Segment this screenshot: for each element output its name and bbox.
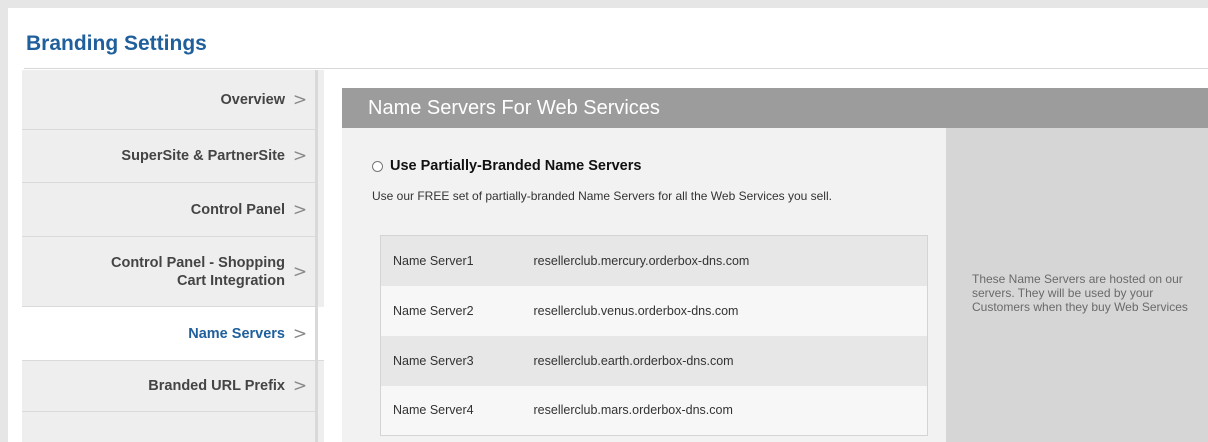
- name-servers-panel: Name Servers For Web Services Use Partia…: [342, 88, 1208, 442]
- chevron-right-icon: >: [292, 323, 308, 344]
- sidebar-item-label: Overview: [220, 91, 286, 108]
- option-description: Use our FREE set of partially-branded Na…: [372, 189, 832, 203]
- chevron-right-icon: >: [292, 199, 308, 220]
- sidebar-item-label-line2: Cart Integration: [177, 272, 285, 289]
- info-aside: These Name Servers are hosted on our ser…: [946, 128, 1208, 442]
- name-server-label: Name Server1: [380, 235, 534, 286]
- table-row: Name Server3 resellerclub.earth.orderbox…: [380, 335, 928, 386]
- table-row: Name Server1 resellerclub.mercury.orderb…: [380, 235, 928, 286]
- panel-body: Use Partially-Branded Name Servers Use o…: [342, 128, 946, 442]
- chevron-right-icon: >: [292, 146, 308, 166]
- chevron-right-icon: >: [292, 376, 308, 396]
- partially-branded-option[interactable]: Use Partially-Branded Name Servers: [372, 158, 641, 174]
- sidebar-item-label: Control Panel: [190, 201, 285, 218]
- chevron-right-icon: >: [292, 261, 308, 282]
- page-frame: Branding Settings Overview > SuperSite &…: [8, 8, 1208, 442]
- sidebar-item-overview[interactable]: Overview >: [22, 70, 315, 130]
- name-server-table: Name Server1 resellerclub.mercury.orderb…: [380, 235, 928, 436]
- sidebar-item-label-line1: Control Panel - Shopping: [111, 254, 285, 271]
- radio-button[interactable]: [372, 160, 383, 172]
- page-title: Branding Settings: [26, 32, 207, 55]
- name-server-label: Name Server4: [380, 385, 534, 436]
- sidebar-item-supersite[interactable]: SuperSite & PartnerSite >: [22, 130, 315, 183]
- name-server-host: resellerclub.mars.orderbox-dns.com: [533, 385, 928, 436]
- title-divider: [24, 68, 1208, 69]
- name-server-label: Name Server2: [380, 285, 534, 336]
- sidebar-item-control-panel[interactable]: Control Panel >: [22, 183, 315, 237]
- sidebar-item-label: SuperSite & PartnerSite: [121, 148, 285, 164]
- aside-info-text: These Name Servers are hosted on our ser…: [972, 272, 1188, 314]
- sidebar-item-branded-url[interactable]: Branded URL Prefix >: [22, 361, 315, 412]
- table-row: Name Server2 resellerclub.venus.orderbox…: [380, 285, 928, 336]
- option-label: Use Partially-Branded Name Servers: [390, 158, 642, 174]
- sidebar-item-name-servers[interactable]: Name Servers >: [22, 307, 324, 361]
- chevron-right-icon: >: [292, 89, 308, 110]
- sidebar: Overview > SuperSite & PartnerSite > Con…: [22, 70, 324, 442]
- sidebar-item-shopping-cart[interactable]: Control Panel - Shopping Cart Integratio…: [22, 237, 315, 307]
- name-server-label: Name Server3: [380, 335, 534, 386]
- sidebar-item-label: Branded URL Prefix: [148, 378, 285, 394]
- name-server-host: resellerclub.venus.orderbox-dns.com: [533, 285, 928, 336]
- name-server-host: resellerclub.mercury.orderbox-dns.com: [533, 235, 928, 286]
- sidebar-item-label: Name Servers: [188, 325, 285, 342]
- sidebar-item-label: Control Panel - Shopping Cart Integratio…: [111, 254, 285, 290]
- panel-header: Name Servers For Web Services: [342, 88, 1208, 128]
- table-row: Name Server4 resellerclub.mars.orderbox-…: [380, 385, 928, 436]
- sidebar-divider: [315, 70, 318, 442]
- name-server-host: resellerclub.earth.orderbox-dns.com: [533, 335, 928, 386]
